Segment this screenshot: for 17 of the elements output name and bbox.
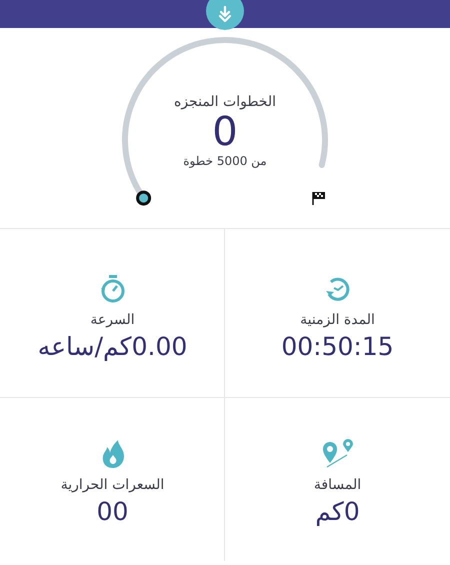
stat-label: المدة الزمنية [300,312,375,328]
stopwatch-icon [98,274,126,304]
download-button[interactable] [206,0,244,30]
stat-label: السرعة [90,312,135,328]
stat-label: السعرات الحرارية [60,477,164,493]
steps-count: 0 [212,110,238,154]
stat-value: 00:50:15 [281,332,394,360]
progress-dot [136,190,152,206]
download-icon [216,5,234,23]
finish-flag-icon [312,192,325,205]
stat-value: 0.00كم/ساعه [38,332,188,360]
stat-label: المسافة [314,477,362,493]
map-pins-icon [320,439,354,469]
stat-value: 0كم [315,497,360,526]
stat-value: 00 [96,497,128,526]
goal-title: الخطوات المنجزه [174,94,276,110]
goal-subtitle: من 5000 خطوة [183,154,267,168]
